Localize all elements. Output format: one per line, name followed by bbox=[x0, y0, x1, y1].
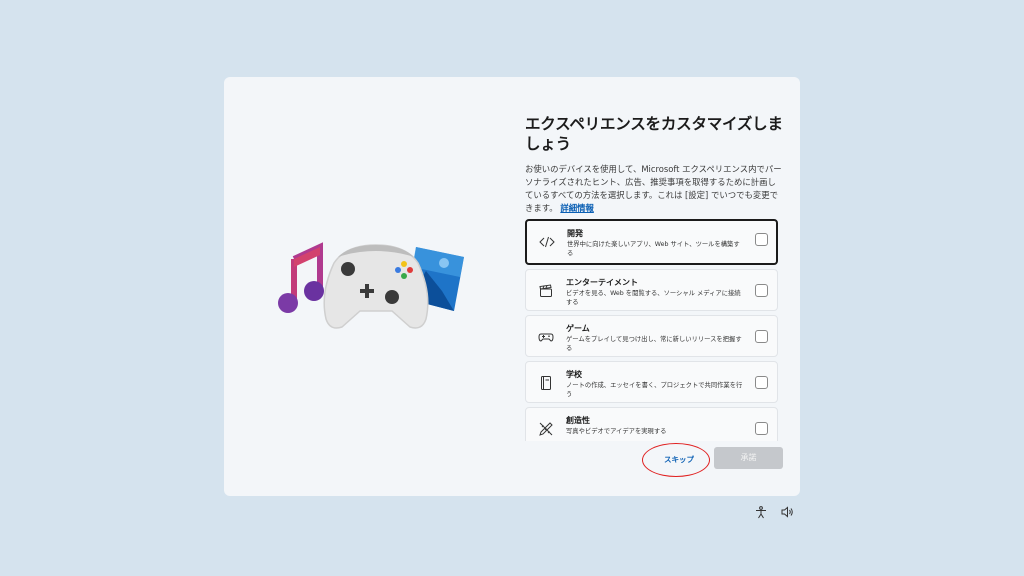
option-school[interactable]: 学校 ノートの作成、エッセイを書く、プロジェクトで共同作業を行う bbox=[525, 361, 778, 403]
hero-illustration bbox=[278, 242, 464, 329]
page-title: エクスペリエンスをカスタマイズしましょう bbox=[525, 115, 783, 153]
option-description: ビデオを見る、Web を閲覧する、ソーシャル メディアに接続する bbox=[566, 290, 741, 306]
option-text: 創造性 写真やビデオでアイデアを実現する bbox=[566, 416, 744, 436]
intro-section: エクスペリエンスをカスタマイズしましょう お使いのデバイスを使用して、Micro… bbox=[525, 114, 783, 215]
option-text: 学校 ノートの作成、エッセイを書く、プロジェクトで共同作業を行う bbox=[566, 370, 744, 399]
page-description: お使いのデバイスを使用して、Microsoft エクスペリエンス内でパーソナライ… bbox=[525, 163, 783, 215]
code-icon bbox=[539, 236, 555, 248]
option-title: ゲーム bbox=[566, 324, 590, 333]
option-checkbox[interactable] bbox=[755, 233, 768, 246]
option-checkbox[interactable] bbox=[755, 422, 768, 435]
option-text: エンターテイメント ビデオを見る、Web を閲覧する、ソーシャル メディアに接続… bbox=[566, 278, 744, 307]
option-creativity[interactable]: 創造性 写真やビデオでアイデアを実現する bbox=[525, 407, 778, 441]
option-title: 創造性 bbox=[566, 416, 590, 425]
music-note-icon bbox=[278, 242, 324, 313]
volume-icon[interactable] bbox=[780, 505, 794, 519]
option-description: 写真やビデオでアイデアを実現する bbox=[566, 428, 667, 435]
options-list: 開発 世界中に向けた楽しいアプリ、Web サイト、ツールを構築する エンターテイ… bbox=[525, 219, 778, 441]
gamepad-icon bbox=[323, 244, 429, 329]
option-title: 開発 bbox=[567, 229, 583, 238]
option-checkbox[interactable] bbox=[755, 330, 768, 343]
pen-ruler-icon bbox=[539, 422, 553, 436]
option-gaming[interactable]: ゲーム ゲームをプレイして見つけ出し、常に新しいリリースを把握する bbox=[525, 315, 778, 357]
option-title: 学校 bbox=[566, 370, 582, 379]
notebook-icon bbox=[541, 376, 551, 390]
option-description: ゲームをプレイして見つけ出し、常に新しいリリースを把握する bbox=[566, 336, 742, 352]
accessibility-icon[interactable] bbox=[754, 505, 768, 519]
learn-more-link[interactable]: 詳細情報 bbox=[560, 203, 594, 213]
accept-button[interactable]: 承諾 bbox=[714, 447, 783, 469]
skip-button[interactable]: スキップ bbox=[645, 451, 713, 469]
option-development[interactable]: 開発 世界中に向けた楽しいアプリ、Web サイト、ツールを構築する bbox=[525, 219, 778, 265]
option-text: 開発 世界中に向けた楽しいアプリ、Web サイト、ツールを構築する bbox=[567, 229, 745, 258]
gamepad-icon bbox=[538, 333, 554, 342]
option-checkbox[interactable] bbox=[755, 376, 768, 389]
clapperboard-icon bbox=[539, 284, 552, 297]
option-checkbox[interactable] bbox=[755, 284, 768, 297]
option-description: ノートの作成、エッセイを書く、プロジェクトで共同作業を行う bbox=[566, 382, 743, 398]
option-title: エンターテイメント bbox=[566, 278, 638, 287]
option-description: 世界中に向けた楽しいアプリ、Web サイト、ツールを構築する bbox=[567, 241, 740, 257]
option-text: ゲーム ゲームをプレイして見つけ出し、常に新しいリリースを把握する bbox=[566, 324, 744, 353]
option-entertainment[interactable]: エンターテイメント ビデオを見る、Web を閲覧する、ソーシャル メディアに接続… bbox=[525, 269, 778, 311]
setup-card: エクスペリエンスをカスタマイズしましょう お使いのデバイスを使用して、Micro… bbox=[224, 77, 800, 496]
